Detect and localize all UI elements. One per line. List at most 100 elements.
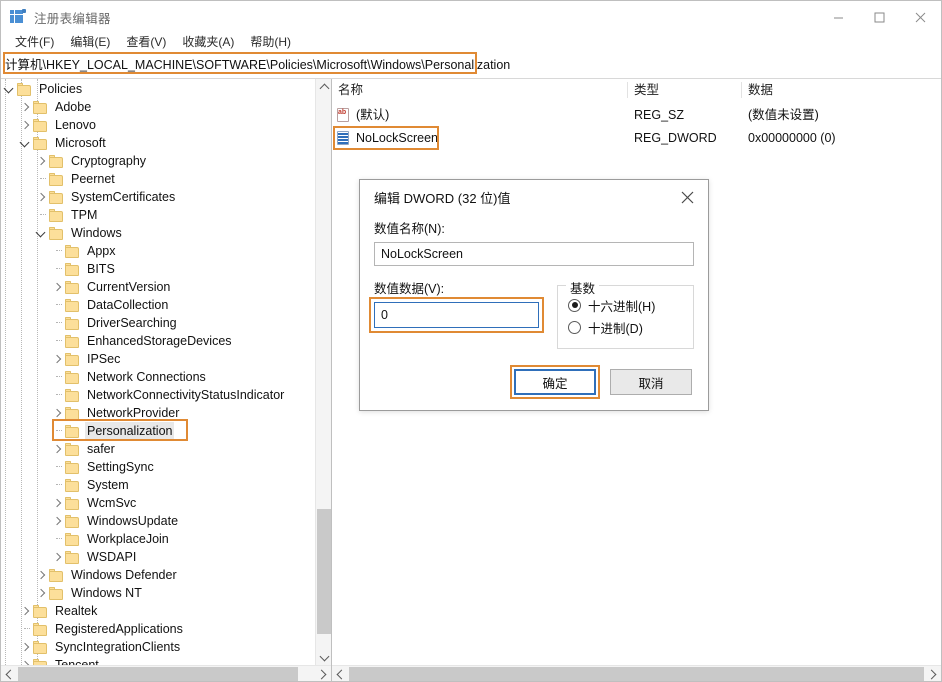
tree-node-wcmsvc[interactable]: WcmSvc [1, 494, 315, 512]
tree-node-windows-nt[interactable]: Windows NT [1, 584, 315, 602]
list-scroll-right-icon[interactable] [925, 666, 941, 681]
tree-node-label: Realtek [53, 602, 99, 620]
tree-node-network-connections[interactable]: Network Connections [1, 368, 315, 386]
menu-item-edit[interactable]: 编辑(E) [62, 33, 118, 51]
chevron-right-icon[interactable] [17, 638, 33, 656]
chevron-right-icon[interactable] [49, 548, 65, 566]
menu-item-help[interactable]: 帮助(H) [242, 33, 299, 51]
tree-guide-icon [49, 242, 65, 260]
value-data-input[interactable]: 0 [374, 302, 539, 328]
chevron-right-icon[interactable] [49, 494, 65, 512]
folder-icon [65, 389, 80, 402]
address-bar[interactable]: 计算机\HKEY_LOCAL_MACHINE\SOFTWARE\Policies… [3, 53, 941, 73]
tree-node-driversearching[interactable]: DriverSearching [1, 314, 315, 332]
chevron-right-icon[interactable] [17, 98, 33, 116]
chevron-right-icon[interactable] [33, 584, 49, 602]
column-header-name[interactable]: 名称 [332, 79, 628, 101]
maximize-icon[interactable] [859, 1, 900, 33]
chevron-down-icon[interactable] [1, 80, 17, 98]
tree-node-peernet[interactable]: Peernet [1, 170, 315, 188]
table-row[interactable]: ab (默认) REG_SZ (数值未设置) [332, 105, 941, 125]
radio-decimal[interactable]: 十进制(D) [568, 316, 683, 338]
tree-scroll-down-icon[interactable] [316, 649, 332, 665]
chevron-down-icon[interactable] [33, 224, 49, 242]
tree-node-appx[interactable]: Appx [1, 242, 315, 260]
tree-node-networkconnectivitystatusindicator[interactable]: NetworkConnectivityStatusIndicator [1, 386, 315, 404]
chevron-right-icon[interactable] [17, 656, 33, 665]
tree-node-system[interactable]: System [1, 476, 315, 494]
chevron-right-icon[interactable] [17, 116, 33, 134]
ok-button[interactable]: 确定 [514, 369, 596, 395]
tree-node-networkprovider[interactable]: NetworkProvider [1, 404, 315, 422]
tree-node-lenovo[interactable]: Lenovo [1, 116, 315, 134]
tree-node-windows-defender[interactable]: Windows Defender [1, 566, 315, 584]
chevron-right-icon[interactable] [33, 188, 49, 206]
tree-node-policies[interactable]: Policies [1, 80, 315, 98]
cancel-button[interactable]: 取消 [610, 369, 692, 395]
tree-node-adobe[interactable]: Adobe [1, 98, 315, 116]
menu-item-favorites[interactable]: 收藏夹(A) [174, 33, 242, 51]
tree-scroll-left-icon[interactable] [1, 666, 17, 681]
tree-node-datacollection[interactable]: DataCollection [1, 296, 315, 314]
chevron-right-icon[interactable] [49, 350, 65, 368]
tree-node-label: TPM [69, 206, 99, 224]
close-icon[interactable] [666, 180, 708, 214]
tree-horizontal-scrollbar[interactable] [1, 665, 331, 681]
cancel-button-label: 取消 [638, 373, 663, 392]
tree-node-bits[interactable]: BITS [1, 260, 315, 278]
tree-node-label: CurrentVersion [85, 278, 172, 296]
tree-node-ipsec[interactable]: IPSec [1, 350, 315, 368]
tree-guide-icon [49, 332, 65, 350]
tree-node-syncintegrationclients[interactable]: SyncIntegrationClients [1, 638, 315, 656]
menu-item-view[interactable]: 查看(V) [118, 33, 174, 51]
close-icon[interactable] [900, 1, 941, 33]
tree-node-safer[interactable]: safer [1, 440, 315, 458]
tree-node-enhancedstoragedevices[interactable]: EnhancedStorageDevices [1, 332, 315, 350]
tree-node-systemcertificates[interactable]: SystemCertificates [1, 188, 315, 206]
chevron-right-icon[interactable] [49, 512, 65, 530]
tree-node-tencent[interactable]: Tencent [1, 656, 315, 665]
list-horizontal-scroll-thumb[interactable] [349, 667, 924, 681]
value-name-input[interactable]: NoLockScreen [374, 242, 694, 266]
list-scroll-left-icon[interactable] [332, 666, 348, 681]
tree-scroll-up-icon[interactable] [316, 79, 332, 95]
dialog-body: 数值名称(N): NoLockScreen 数值数据(V): 0 基数 [360, 214, 708, 349]
tree-node-realtek[interactable]: Realtek [1, 602, 315, 620]
chevron-right-icon[interactable] [33, 152, 49, 170]
menu-item-file[interactable]: 文件(F) [7, 33, 62, 51]
tree-node-settingsync[interactable]: SettingSync [1, 458, 315, 476]
tree-node-registeredapplications[interactable]: RegisteredApplications [1, 620, 315, 638]
chevron-down-icon[interactable] [17, 134, 33, 152]
tree-vertical-scrollbar[interactable] [315, 79, 331, 665]
chevron-right-icon[interactable] [49, 440, 65, 458]
radio-hexadecimal[interactable]: 十六进制(H) [568, 294, 683, 316]
column-header-data[interactable]: 数据 [742, 79, 941, 101]
list-horizontal-scrollbar[interactable] [332, 665, 941, 681]
tree-node-cryptography[interactable]: Cryptography [1, 152, 315, 170]
chevron-right-icon[interactable] [49, 404, 65, 422]
tree-vertical-scroll-thumb[interactable] [317, 509, 331, 634]
address-bar-area: 计算机\HKEY_LOCAL_MACHINE\SOFTWARE\Policies… [1, 52, 941, 76]
window-title: 注册表编辑器 [34, 8, 111, 27]
tree-node-tpm[interactable]: TPM [1, 206, 315, 224]
tree-node-windows[interactable]: Windows [1, 224, 315, 242]
value-data: (数值未设置) [748, 105, 819, 125]
tree-node-windowsupdate[interactable]: WindowsUpdate [1, 512, 315, 530]
chevron-right-icon[interactable] [33, 566, 49, 584]
table-row[interactable]: NoLockScreen REG_DWORD 0x00000000 (0) [332, 128, 941, 148]
tree-scroll-right-icon[interactable] [315, 666, 331, 681]
base-group-title: 基数 [566, 278, 599, 297]
tree-horizontal-scroll-thumb[interactable] [18, 667, 298, 681]
tree-guide-icon [49, 260, 65, 278]
tree-node-currentversion[interactable]: CurrentVersion [1, 278, 315, 296]
chevron-right-icon[interactable] [17, 602, 33, 620]
chevron-right-icon[interactable] [49, 278, 65, 296]
tree-node-wsdapi[interactable]: WSDAPI [1, 548, 315, 566]
tree-node-workplacejoin[interactable]: WorkplaceJoin [1, 530, 315, 548]
tree-node-microsoft[interactable]: Microsoft [1, 134, 315, 152]
registry-tree[interactable]: PoliciesAdobeLenovoMicrosoftCryptography… [1, 79, 315, 665]
minimize-icon[interactable] [818, 1, 859, 33]
tree-node-personalization[interactable]: Personalization [1, 422, 315, 440]
tree-node-label: Windows NT [69, 584, 144, 602]
column-header-type[interactable]: 类型 [628, 79, 742, 101]
